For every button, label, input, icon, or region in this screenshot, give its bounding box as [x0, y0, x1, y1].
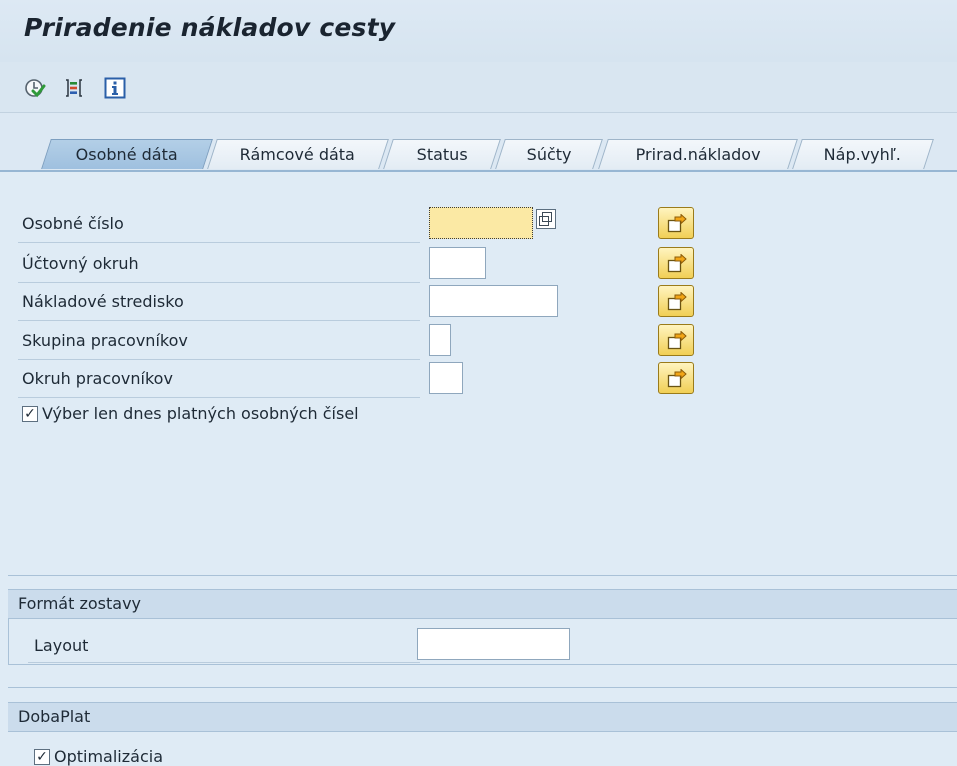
section-header-format: Formát zostavy	[8, 589, 957, 619]
row-divider	[18, 242, 420, 243]
label-layout: Layout	[34, 636, 89, 655]
uctovny-okruh-input[interactable]	[429, 247, 486, 279]
tab-sucty[interactable]: Súčty	[495, 139, 603, 169]
variant-icon[interactable]	[63, 77, 85, 99]
section-header-dobaplat: DobaPlat	[8, 702, 957, 732]
nakladove-stredisko-input[interactable]	[429, 285, 558, 317]
layout-input[interactable]	[417, 628, 570, 660]
value-help-icon[interactable]	[536, 209, 556, 229]
optimization-label: Optimalizácia	[54, 747, 163, 766]
multiple-selection-button-uctovny-okruh[interactable]	[658, 247, 694, 279]
multiple-selection-button-okruh-pracovnikov[interactable]	[658, 362, 694, 394]
multiple-selection-button-nakladove-stredisko[interactable]	[658, 285, 694, 317]
row-divider	[18, 359, 420, 360]
section-divider	[8, 575, 957, 576]
label-osobne-cislo: Osobné číslo	[22, 214, 124, 233]
valid-today-checkbox[interactable]: ✓	[22, 406, 38, 422]
label-okruh-pracovnikov: Okruh pracovníkov	[22, 369, 173, 388]
tab-status[interactable]: Status	[383, 139, 501, 169]
valid-today-label: Výber len dnes platných osobných čísel	[42, 404, 359, 423]
title-bar: Priradenie nákladov cesty	[0, 0, 957, 62]
info-icon[interactable]	[104, 77, 126, 99]
multiple-selection-icon	[667, 292, 687, 311]
execute-icon[interactable]	[24, 77, 46, 99]
page-title: Priradenie nákladov cesty	[24, 13, 396, 42]
multiple-selection-button-skupina-pracovnikov[interactable]	[658, 324, 694, 356]
tab-content-border	[0, 170, 957, 172]
multiple-selection-button-osobne-cislo[interactable]	[658, 207, 694, 239]
tab-ramcove-data[interactable]: Rámcové dáta	[207, 139, 389, 169]
row-divider	[18, 397, 420, 398]
multiple-selection-icon	[667, 369, 687, 388]
optimization-checkbox[interactable]: ✓	[34, 749, 50, 765]
row-divider	[18, 320, 420, 321]
tab-prirad-nakladov[interactable]: Prirad.nákladov	[598, 139, 798, 169]
label-nakladove-stredisko: Nákladové stredisko	[22, 292, 184, 311]
label-uctovny-okruh: Účtovný okruh	[22, 254, 139, 273]
section-divider	[8, 687, 957, 688]
application-toolbar	[0, 62, 957, 113]
tab-nap-vyhl[interactable]: Náp.vyhľ.	[792, 139, 934, 169]
osobne-cislo-input[interactable]	[429, 207, 533, 239]
multiple-selection-icon	[667, 214, 687, 233]
multiple-selection-icon	[667, 331, 687, 350]
skupina-pracovnikov-input[interactable]	[429, 324, 451, 356]
multiple-selection-icon	[667, 254, 687, 273]
tab-osobne-data[interactable]: Osobné dáta	[41, 139, 213, 169]
label-skupina-pracovnikov: Skupina pracovníkov	[22, 331, 188, 350]
row-divider	[28, 662, 420, 663]
okruh-pracovnikov-input[interactable]	[429, 362, 463, 394]
row-divider	[18, 282, 420, 283]
